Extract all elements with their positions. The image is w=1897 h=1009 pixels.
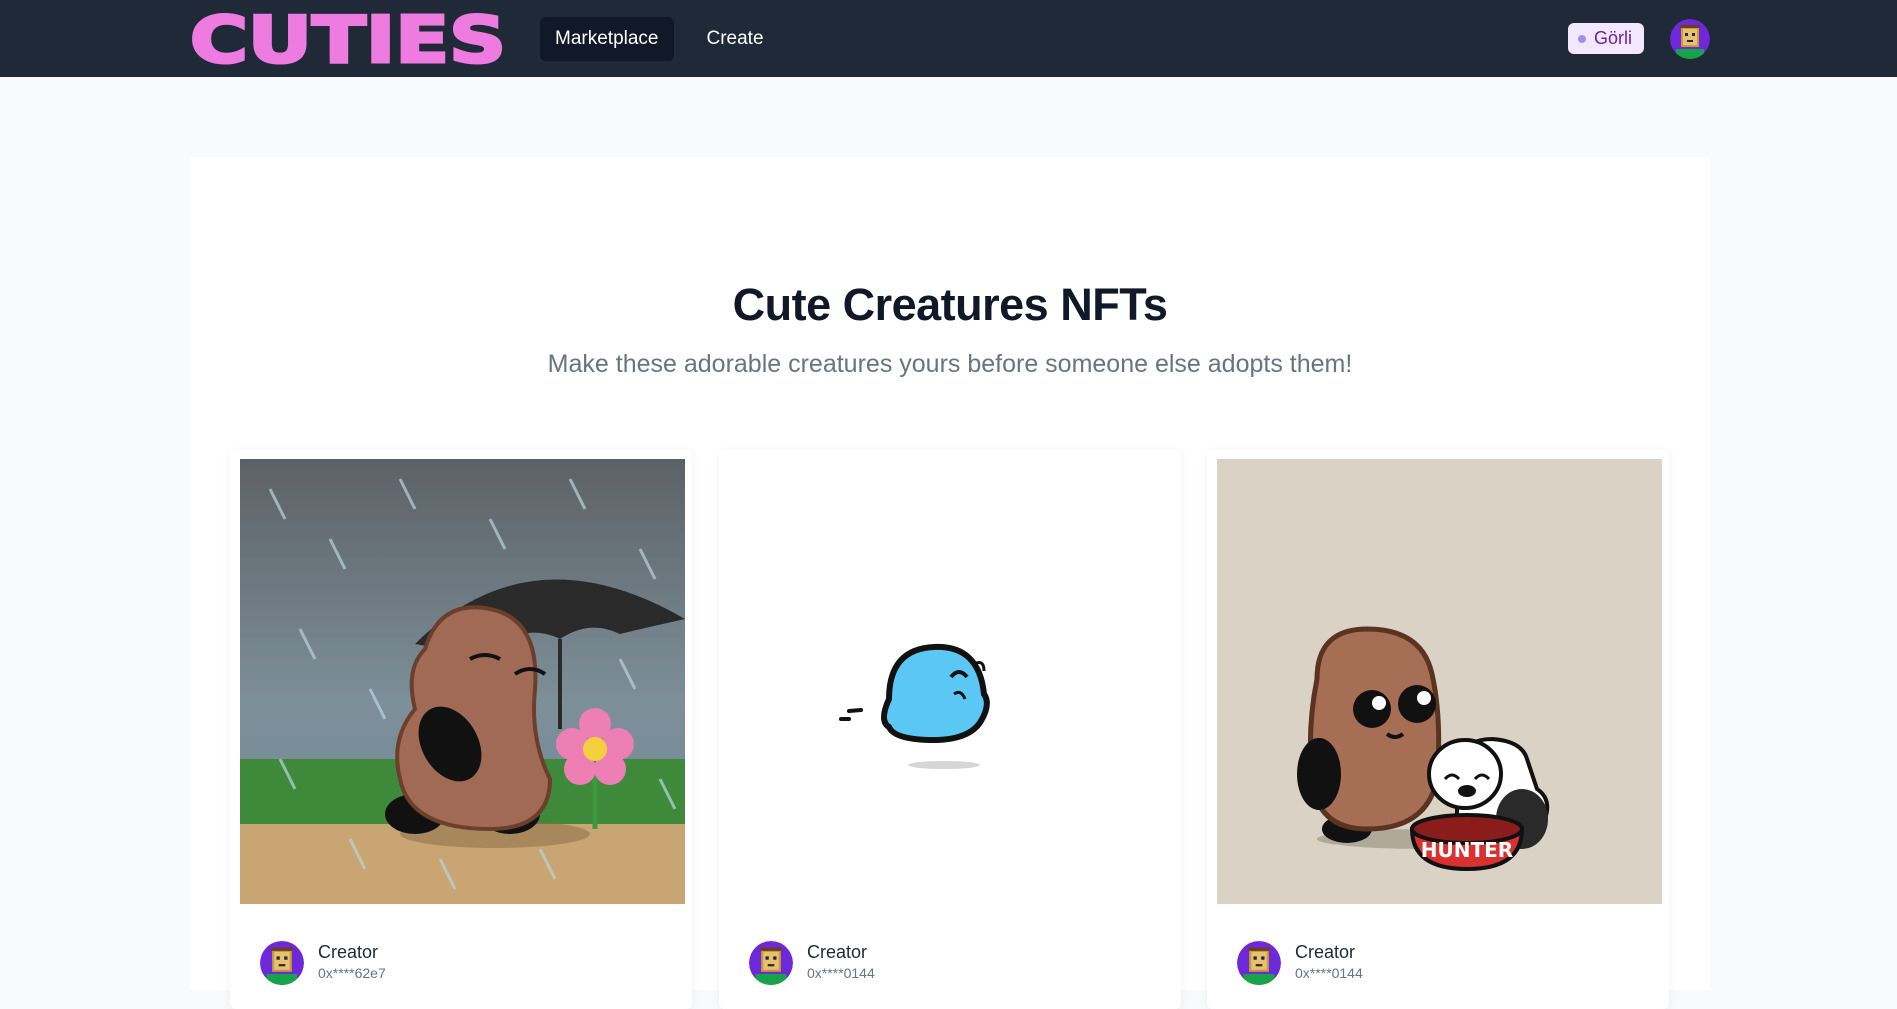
- card-creator[interactable]: Creator 0x****0144: [749, 941, 875, 985]
- card-creator[interactable]: Creator 0x****0144: [1237, 941, 1363, 985]
- main-nav: Marketplace Create: [540, 17, 779, 61]
- nft-card[interactable]: Creator 0x****62e7: [230, 449, 692, 1009]
- creator-label: Creator: [318, 941, 386, 963]
- creator-address: 0x****0144: [807, 963, 875, 983]
- creator-address: 0x****62e7: [318, 963, 386, 983]
- network-label: Görli: [1594, 28, 1632, 49]
- creator-label: Creator: [807, 941, 875, 963]
- logo-text: CUTIES: [190, 12, 506, 66]
- page-top-spacer: [190, 77, 1710, 157]
- card-creator[interactable]: Creator 0x****62e7: [260, 941, 386, 985]
- rainy-creature-umbrella-icon: [240, 459, 685, 904]
- nav-right: Görli: [1568, 19, 1710, 59]
- creature-with-dog-icon: HUNTER: [1217, 459, 1662, 904]
- creator-address: 0x****0144: [1295, 963, 1363, 983]
- network-dot-icon: [1578, 35, 1586, 43]
- top-navbar: CUTIES Marketplace Create Görli: [0, 0, 1897, 77]
- cuties-logo[interactable]: CUTIES: [190, 12, 510, 66]
- nav-marketplace[interactable]: Marketplace: [540, 17, 674, 61]
- blue-blob-creature-icon: [729, 459, 1174, 904]
- nft-card[interactable]: HUNTER Creator 0x****0144: [1207, 449, 1669, 1009]
- creator-avatar: [1237, 941, 1281, 985]
- page-title: Cute Creatures NFTs: [190, 279, 1710, 331]
- creator-avatar: [260, 941, 304, 985]
- user-avatar[interactable]: [1670, 19, 1710, 59]
- bowl-label: HUNTER: [1421, 838, 1513, 862]
- nft-card[interactable]: Creator 0x****0144: [719, 449, 1181, 1009]
- nav-create[interactable]: Create: [692, 17, 779, 61]
- page-subtitle: Make these adorable creatures yours befo…: [190, 350, 1710, 379]
- creator-avatar: [749, 941, 793, 985]
- main-content: Cute Creatures NFTs Make these adorable …: [190, 157, 1710, 990]
- network-badge[interactable]: Görli: [1568, 23, 1644, 54]
- creator-label: Creator: [1295, 941, 1363, 963]
